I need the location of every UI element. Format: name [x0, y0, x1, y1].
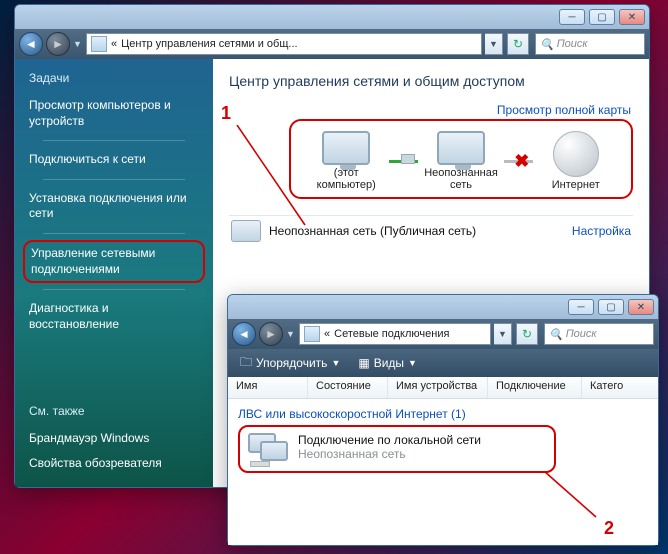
annotation-2-line	[544, 471, 598, 519]
globe-icon	[553, 131, 599, 177]
node-label: (этот компьютер)	[303, 167, 389, 191]
search-icon: 🔍	[540, 38, 554, 51]
views-label: Виды	[374, 356, 404, 370]
see-also-heading: См. также	[29, 404, 199, 418]
col-status[interactable]: Состояние	[308, 377, 388, 398]
sidebar-item-manage-connections[interactable]: Управление сетевыми подключениями	[23, 240, 205, 283]
sidebar-item-diagnose[interactable]: Диагностика и восстановление	[29, 296, 199, 337]
error-icon: ✖	[514, 151, 529, 172]
forward-button[interactable]: ►	[46, 32, 70, 56]
network-connections-window: ─ ▢ ✕ ◄ ► ▼ « Сетевые подключения ▼ ↻ 🔍 …	[227, 294, 659, 546]
maximize-button[interactable]: ▢	[589, 9, 615, 25]
views-icon: ▦	[358, 356, 369, 370]
location-icon	[91, 36, 107, 52]
history-dropdown-icon[interactable]: ▼	[286, 329, 296, 339]
node-internet[interactable]: Интернет	[533, 131, 619, 191]
address-text: Сетевые подключения	[334, 328, 449, 340]
sidebar-item-setup[interactable]: Установка подключения или сети	[29, 186, 199, 227]
lan-icon	[248, 433, 288, 465]
command-bar: 🗀 Упорядочить ▼ ▦ Виды ▼	[228, 349, 658, 377]
titlebar[interactable]: ─ ▢ ✕	[15, 5, 649, 29]
address-bar[interactable]: « Сетевые подключения	[299, 323, 491, 345]
history-dropdown-icon[interactable]: ▼	[73, 39, 83, 49]
see-also-firewall[interactable]: Брандмауэр Windows	[29, 426, 199, 452]
connection-ok	[389, 160, 417, 163]
sidebar-item-connect[interactable]: Подключиться к сети	[29, 147, 199, 173]
close-button[interactable]: ✕	[619, 9, 645, 25]
annotation-2: 2	[604, 518, 614, 539]
annotation-1-line	[235, 125, 307, 227]
organize-icon: 🗀	[240, 353, 252, 374]
network-topology: (этот компьютер) Неопознанная сеть ✖ Инт…	[289, 119, 633, 199]
maximize-button[interactable]: ▢	[598, 299, 624, 315]
search-box[interactable]: 🔍 Поиск	[544, 323, 654, 345]
address-dropdown[interactable]: ▼	[485, 33, 503, 55]
search-placeholder: Поиск	[566, 328, 597, 340]
col-connection[interactable]: Подключение	[488, 377, 582, 398]
address-bar[interactable]: « Центр управления сетями и общ...	[86, 33, 482, 55]
refresh-button[interactable]: ↻	[507, 33, 529, 55]
item-title: Подключение по локальной сети	[298, 433, 481, 447]
search-icon: 🔍	[549, 328, 563, 341]
address-text: Центр управления сетями и общ...	[121, 38, 297, 50]
titlebar[interactable]: ─ ▢ ✕	[228, 295, 658, 319]
connection-item[interactable]: Подключение по локальной сети Неопознанн…	[238, 425, 556, 473]
configure-link[interactable]: Настройка	[572, 224, 631, 238]
address-dropdown[interactable]: ▼	[494, 323, 512, 345]
refresh-button[interactable]: ↻	[516, 323, 538, 345]
chevron-down-icon: ▼	[408, 358, 417, 368]
location-icon	[304, 326, 320, 342]
page-title: Центр управления сетями и общим доступом	[229, 73, 633, 89]
search-placeholder: Поиск	[557, 38, 588, 50]
device-icon	[401, 154, 415, 164]
sidebar-item-view-computers[interactable]: Просмотр компьютеров и устройств	[29, 93, 199, 134]
back-button[interactable]: ◄	[232, 322, 256, 346]
connection-fail: ✖	[504, 160, 532, 163]
connections-list: ЛВС или высокоскоростной Интернет (1) По…	[228, 399, 658, 545]
computer-icon	[322, 131, 370, 165]
item-subtitle: Неопознанная сеть	[298, 447, 481, 461]
task-sidebar: Задачи Просмотр компьютеров и устройств …	[15, 59, 213, 487]
minimize-button[interactable]: ─	[559, 9, 585, 25]
column-headers[interactable]: Имя Состояние Имя устройства Подключение…	[228, 377, 658, 399]
nav-bar: ◄ ► ▼ « Сетевые подключения ▼ ↻ 🔍 Поиск	[228, 319, 658, 349]
organize-label: Упорядочить	[256, 356, 327, 370]
address-prefix: «	[111, 38, 117, 50]
organize-button[interactable]: 🗀 Упорядочить ▼	[234, 351, 346, 376]
group-header[interactable]: ЛВС или высокоскоростной Интернет (1)	[238, 407, 648, 421]
node-network[interactable]: Неопознанная сеть	[418, 131, 504, 191]
full-map-link[interactable]: Просмотр полной карты	[497, 103, 631, 117]
node-label: Интернет	[533, 179, 619, 191]
col-category[interactable]: Катего	[582, 377, 658, 398]
close-button[interactable]: ✕	[628, 299, 654, 315]
see-also-browser[interactable]: Свойства обозревателя	[29, 451, 199, 477]
forward-button[interactable]: ►	[259, 322, 283, 346]
node-label: Неопознанная сеть	[418, 167, 504, 191]
annotation-1: 1	[221, 103, 231, 124]
network-icon	[437, 131, 485, 165]
chevron-down-icon: ▼	[331, 358, 340, 368]
col-device[interactable]: Имя устройства	[388, 377, 488, 398]
address-prefix: «	[324, 328, 330, 340]
back-button[interactable]: ◄	[19, 32, 43, 56]
nav-bar: ◄ ► ▼ « Центр управления сетями и общ...…	[15, 29, 649, 59]
views-button[interactable]: ▦ Виды ▼	[352, 354, 423, 372]
tasks-heading: Задачи	[29, 71, 199, 85]
col-name[interactable]: Имя	[228, 377, 308, 398]
minimize-button[interactable]: ─	[568, 299, 594, 315]
search-box[interactable]: 🔍 Поиск	[535, 33, 645, 55]
node-this-pc[interactable]: (этот компьютер)	[303, 131, 389, 191]
